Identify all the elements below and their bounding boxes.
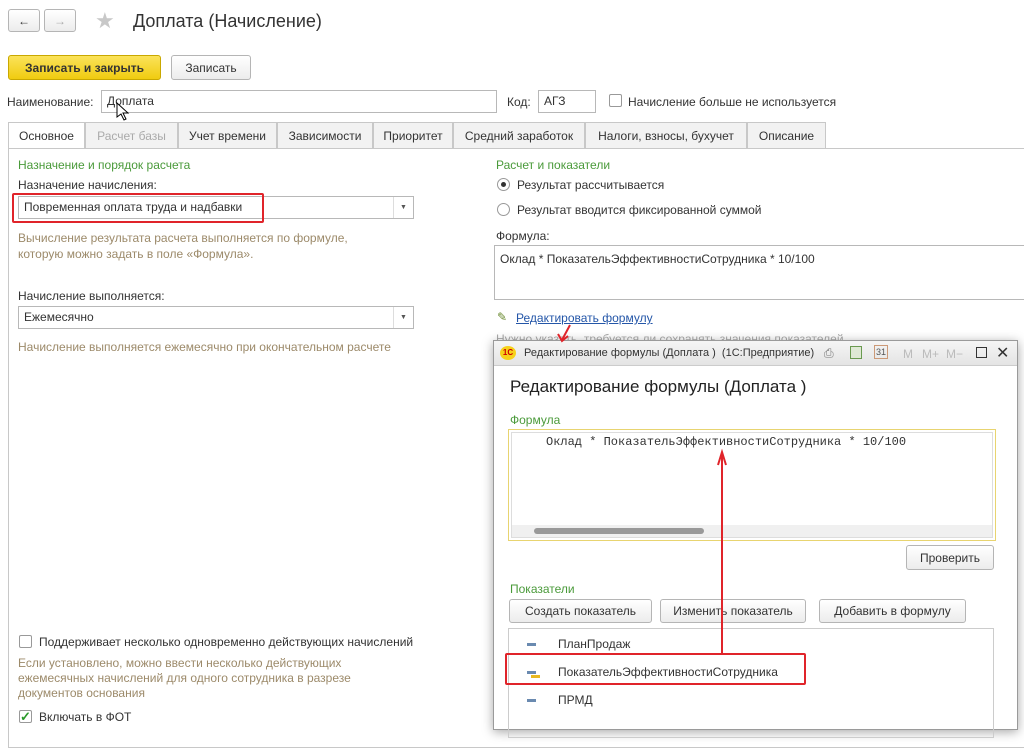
annotation-arrows <box>116 101 727 653</box>
